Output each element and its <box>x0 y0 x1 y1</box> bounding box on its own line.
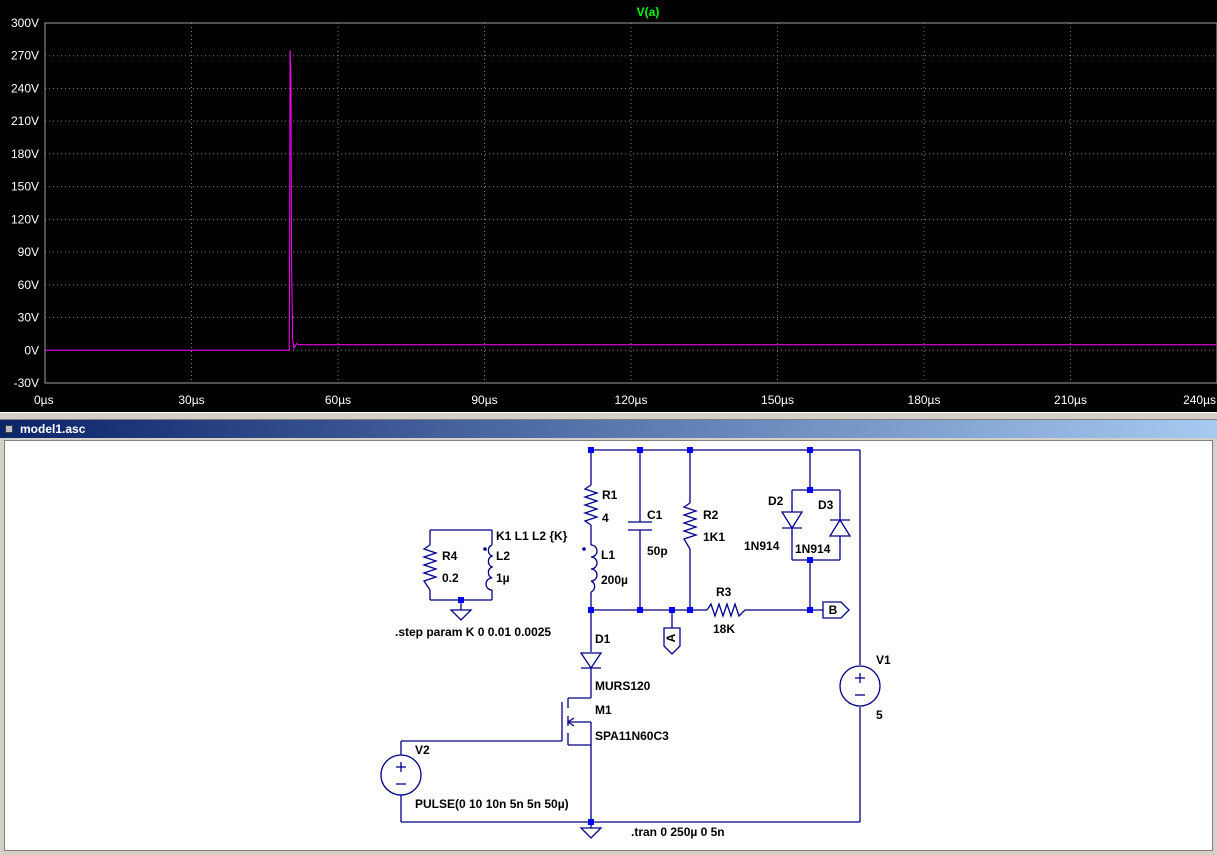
v2-value: PULSE(0 10 10n 5n 5n 50µ) <box>415 797 569 811</box>
resistor-r3[interactable]: R3 18K <box>706 585 746 636</box>
x-tick-label: 150µs <box>761 393 794 407</box>
net-label-b-text: B <box>829 603 838 617</box>
r1-value: 4 <box>602 511 609 525</box>
coupling-directive[interactable]: K1 L1 L2 {K} <box>496 529 568 543</box>
d1-name: D1 <box>595 632 611 646</box>
d2-value: 1N914 <box>744 539 780 553</box>
capacitor-c1[interactable]: C1 50p <box>628 508 668 558</box>
x-tick-label: 30µs <box>178 393 204 407</box>
d3-name: D3 <box>818 498 834 512</box>
d1-value: MURS120 <box>595 679 651 693</box>
y-axis-ticks: 300V 270V 240V 210V 180V 150V 120V 90V 60V 30V 0V -… <box>11 16 39 390</box>
net-label-a-text: A <box>664 633 678 642</box>
schematic-canvas[interactable]: R1 4 L1 200µ C1 50p R2 1K1 R3 18K D2 1N9… <box>4 440 1213 851</box>
ground-symbol-l2[interactable] <box>449 609 473 621</box>
c1-value: 50p <box>647 544 668 558</box>
c1-name: C1 <box>647 508 663 522</box>
y-tick-label: 270V <box>11 49 39 63</box>
trace-label[interactable]: V(a) <box>637 5 660 19</box>
voltage-source-v2[interactable]: V2 PULSE(0 10 10n 5n 5n 50µ) <box>380 743 569 811</box>
y-tick-label: 0V <box>24 343 39 357</box>
x-tick-label: 60µs <box>325 393 351 407</box>
schematic-window[interactable]: model1.asc R1 4 L1 200µ C1 50p R2 1K1 R3… <box>0 420 1217 855</box>
resistor-r4[interactable]: R4 0.2 <box>421 544 459 591</box>
y-tick-label: 30V <box>18 311 39 325</box>
step-directive[interactable]: .step param K 0 0.01 0.0025 <box>395 625 551 639</box>
r4-name: R4 <box>442 549 458 563</box>
inductor-l1[interactable]: L1 200µ <box>582 544 628 593</box>
v1-name: V1 <box>876 653 891 667</box>
v2-name: V2 <box>415 743 430 757</box>
plot-grid <box>44 22 1217 384</box>
y-tick-label: 210V <box>11 114 39 128</box>
x-tick-label: 120µs <box>615 393 648 407</box>
x-tick-label: 90µs <box>471 393 497 407</box>
d2-name: D2 <box>768 494 784 508</box>
mosfet-m1[interactable]: M1 SPA11N60C3 <box>561 697 669 746</box>
y-tick-label: 120V <box>11 212 39 226</box>
resistor-r1[interactable]: R1 4 <box>582 484 618 526</box>
wires <box>400 449 861 828</box>
m1-name: M1 <box>595 703 612 717</box>
y-tick-label: 240V <box>11 81 39 95</box>
x-tick-label: 180µs <box>908 393 941 407</box>
d3-value: 1N914 <box>795 542 831 556</box>
schematic-window-icon[interactable] <box>5 425 13 433</box>
diode-d3[interactable]: D3 1N914 <box>795 498 852 556</box>
y-tick-label: 60V <box>18 278 39 292</box>
r3-name: R3 <box>716 585 732 599</box>
waveform-plot[interactable]: 300V 270V 240V 210V 180V 150V 120V 90V 60V 30V 0V -… <box>0 0 1217 412</box>
l2-name: L2 <box>496 549 510 563</box>
tran-directive[interactable]: .tran 0 250µ 0 5n <box>631 825 725 839</box>
net-label-a[interactable]: A <box>663 627 681 655</box>
diode-d2[interactable]: D2 1N914 <box>744 494 804 553</box>
voltage-source-v1[interactable]: V1 5 <box>839 653 891 722</box>
r2-name: R2 <box>703 508 719 522</box>
waveform-plot-pane[interactable]: 300V 270V 240V 210V 180V 150V 120V 90V 60V 30V 0V -… <box>0 0 1217 412</box>
ground-symbol-main[interactable] <box>579 827 603 839</box>
r1-name: R1 <box>602 488 618 502</box>
schematic-window-title: model1.asc <box>20 422 86 436</box>
y-tick-label: 150V <box>11 180 39 194</box>
v1-value: 5 <box>876 708 883 722</box>
y-tick-label: 180V <box>11 147 39 161</box>
schematic-titlebar[interactable]: model1.asc <box>0 420 1217 438</box>
m1-value: SPA11N60C3 <box>595 729 669 743</box>
l1-value: 200µ <box>601 573 628 587</box>
r4-value: 0.2 <box>442 571 459 585</box>
y-tick-label: -30V <box>14 376 39 390</box>
net-label-b[interactable]: B <box>822 601 850 619</box>
pane-splitter[interactable] <box>0 412 1217 420</box>
inductor-l2[interactable]: L2 1µ <box>483 544 510 591</box>
y-tick-label: 300V <box>11 16 39 30</box>
resistor-r2[interactable]: R2 1K1 <box>681 502 725 550</box>
r2-value: 1K1 <box>703 530 725 544</box>
r3-value: 18K <box>713 622 735 636</box>
schematic-drawing[interactable]: R1 4 L1 200µ C1 50p R2 1K1 R3 18K D2 1N9… <box>5 441 1212 850</box>
x-tick-label: 210µs <box>1054 393 1087 407</box>
x-tick-label: 240µs <box>1183 393 1216 407</box>
y-tick-label: 90V <box>18 245 39 259</box>
x-axis-ticks: 0µs 30µs 60µs 90µs 120µs 150µs 180µs 210µs 240µs <box>34 393 1216 407</box>
l2-value: 1µ <box>496 571 510 585</box>
l1-name: L1 <box>601 548 615 562</box>
x-tick-label: 0µs <box>34 393 54 407</box>
